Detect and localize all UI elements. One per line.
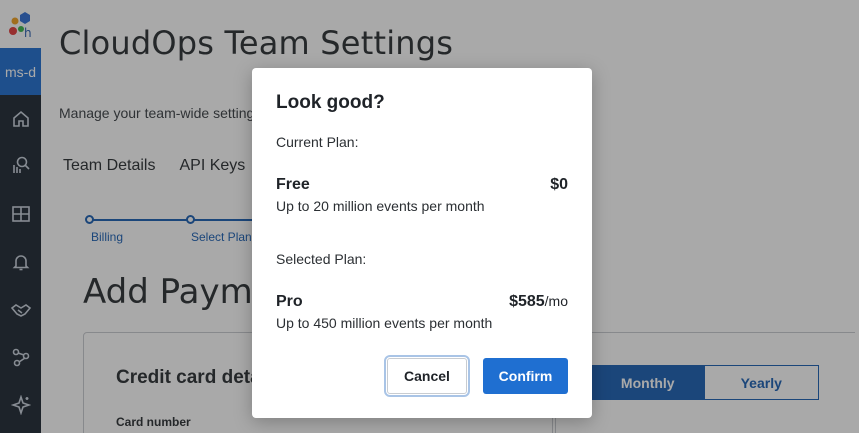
selected-plan-amount: $585: [509, 293, 545, 310]
selected-plan-name: Pro: [276, 293, 303, 310]
selected-plan-unit: /mo: [544, 293, 568, 309]
cancel-button[interactable]: Cancel: [384, 355, 470, 397]
selected-plan-description: Up to 450 million events per month: [276, 315, 493, 331]
selected-plan-label: Selected Plan:: [276, 251, 367, 267]
current-plan-description: Up to 20 million events per month: [276, 198, 485, 214]
confirm-button[interactable]: Confirm: [483, 358, 568, 394]
selected-plan-price: $585/mo: [509, 293, 568, 311]
dialog-title: Look good?: [276, 92, 385, 113]
current-plan-name: Free: [276, 176, 310, 193]
confirm-plan-dialog: Look good? Current Plan: Free $0 Up to 2…: [252, 68, 592, 418]
current-plan-price: $0: [550, 176, 568, 193]
current-plan-label: Current Plan:: [276, 134, 359, 150]
